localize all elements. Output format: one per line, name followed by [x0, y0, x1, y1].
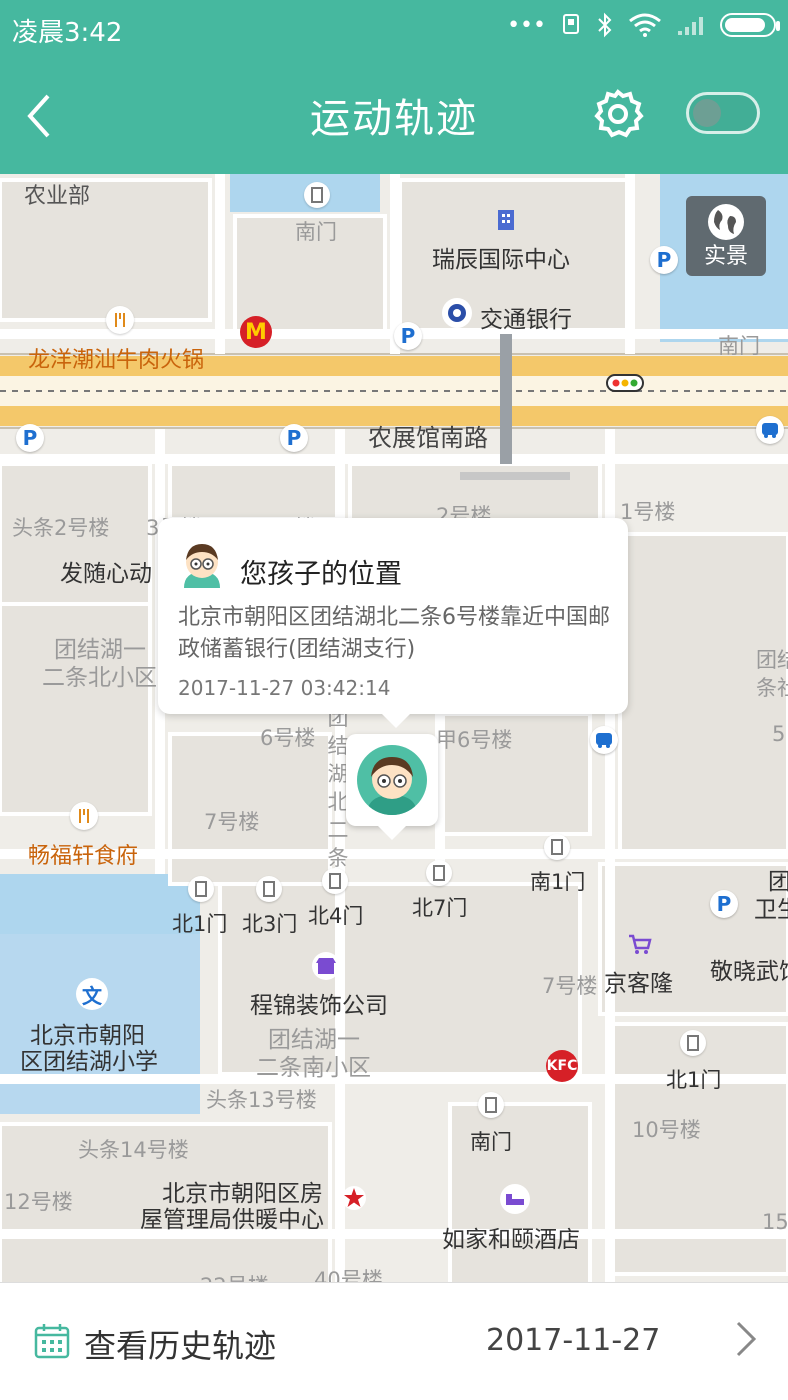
live-view-label: 实景	[703, 244, 748, 269]
door-icon[interactable]	[322, 868, 348, 894]
chevron-right-icon	[736, 1321, 757, 1357]
door-icon[interactable]	[544, 834, 570, 860]
government-star-icon[interactable]	[340, 1184, 368, 1212]
status-time: 凌晨3:42	[12, 18, 123, 48]
map-label: 瑞辰国际中心	[432, 247, 570, 273]
bus-stop-icon[interactable]	[756, 416, 784, 444]
popup-address: 北京市朝阳区团结湖北二条6号楼靠近中国邮政储蓄银行(团结湖支行)	[178, 605, 610, 662]
map-label: 农业部	[24, 184, 91, 209]
map-label: 10号楼	[632, 1118, 701, 1142]
map-label: 北7门	[412, 896, 468, 920]
door-icon[interactable]	[256, 876, 282, 902]
mcdonalds-icon[interactable]: M	[240, 316, 272, 348]
map-label: 北1门	[172, 912, 228, 936]
popup-title: 您孩子的位置	[240, 559, 402, 590]
parking-icon[interactable]: P	[710, 890, 738, 918]
map-label: 龙洋潮汕牛肉火锅	[28, 348, 205, 373]
signal-icon	[678, 17, 703, 35]
map-label: 1号楼	[620, 500, 676, 524]
building-icon[interactable]	[492, 206, 520, 234]
map-label: 北3门	[242, 912, 298, 936]
door-icon[interactable]	[680, 1030, 706, 1056]
map-label: 15	[762, 1210, 788, 1234]
door-icon[interactable]	[188, 876, 214, 902]
child-avatar-icon	[357, 745, 427, 815]
map-label: 程锦装饰公司	[250, 993, 388, 1019]
map-label: 如家和颐酒店	[442, 1227, 580, 1253]
map-label: 敬晓武馆	[710, 959, 788, 985]
parking-icon[interactable]: P	[394, 322, 422, 350]
map-label: 畅福轩食府	[28, 844, 139, 869]
door-icon[interactable]	[426, 860, 452, 886]
map-label: 发随心动	[60, 561, 152, 587]
map-label: 5	[772, 722, 786, 746]
sim-icon	[563, 14, 579, 34]
school-icon[interactable]: 文	[76, 978, 108, 1010]
bank-icon[interactable]	[442, 298, 472, 328]
parking-icon[interactable]: P	[650, 246, 678, 274]
history-date: 2017-11-27	[486, 1323, 661, 1358]
bluetooth-icon	[598, 12, 612, 38]
map-label: 南门	[718, 334, 760, 358]
door-icon[interactable]	[304, 182, 330, 208]
shop-icon[interactable]	[312, 952, 340, 980]
map-label: 条社	[756, 676, 788, 700]
battery-icon	[720, 13, 780, 37]
wifi-icon	[629, 13, 661, 37]
status-icons: •••	[507, 12, 780, 38]
toggle-knob	[693, 99, 721, 127]
map-label: 头条14号楼	[78, 1138, 189, 1162]
map-label: 40号楼	[314, 1268, 383, 1282]
map-label: 卫生	[754, 897, 788, 923]
map-label: 团结	[756, 648, 788, 672]
map-label: 南门	[470, 1130, 512, 1154]
map-label: 7号楼	[204, 810, 260, 834]
popup-timestamp: 2017-11-27 03:42:14	[178, 676, 391, 700]
map-label: 北4门	[308, 904, 364, 928]
status-bar: 凌晨3:42 •••	[0, 0, 788, 56]
settings-button[interactable]	[590, 86, 646, 142]
map-label: 区团结湖小学	[20, 1049, 158, 1075]
shopping-cart-icon[interactable]	[626, 930, 654, 958]
parking-icon[interactable]: P	[16, 424, 44, 452]
location-popup[interactable]: 您孩子的位置 北京市朝阳区团结湖北二条6号楼靠近中国邮政储蓄银行(团结湖支行) …	[158, 518, 628, 728]
map-label: 二条南小区	[256, 1055, 371, 1081]
map-label: 北1门	[666, 1068, 722, 1092]
history-label: 查看历史轨迹	[84, 1327, 277, 1365]
tracking-toggle[interactable]	[686, 92, 760, 134]
child-location-marker[interactable]	[346, 734, 438, 840]
restaurant-icon[interactable]	[70, 802, 98, 830]
map-label: 12号楼	[4, 1190, 73, 1214]
map-label: 头条2号楼	[12, 516, 110, 540]
hotel-icon[interactable]	[500, 1184, 530, 1214]
map-label: 南1门	[530, 870, 586, 894]
app-header: 运动轨迹	[0, 56, 788, 174]
live-view-button[interactable]: 实景	[686, 196, 766, 276]
map-label: 屋管理局供暖中心	[140, 1207, 324, 1233]
door-icon[interactable]	[478, 1092, 504, 1118]
page-title: 运动轨迹	[310, 96, 478, 142]
map-label: 22号楼	[200, 1270, 269, 1282]
history-bar[interactable]: 查看历史轨迹 2017-11-27	[0, 1282, 788, 1400]
traffic-light-icon	[606, 374, 644, 392]
map-label: 6号楼	[260, 726, 316, 750]
more-dots-icon: •••	[507, 12, 546, 38]
bus-stop-icon[interactable]	[590, 726, 618, 754]
map-label: 南门	[295, 220, 337, 244]
map-view[interactable]: 农业部 南门 瑞辰国际中心 P 交通银行 M P 龙洋潮汕牛肉火锅 南门 P P…	[0, 174, 788, 1282]
map-label: 7号楼	[542, 974, 598, 998]
kfc-icon[interactable]: KFC	[546, 1050, 578, 1082]
gear-icon	[594, 89, 644, 138]
globe-icon	[708, 204, 744, 240]
map-label: 甲6号楼	[436, 728, 513, 752]
map-label: 京客隆	[604, 971, 673, 997]
road-label: 农展馆南路	[368, 424, 488, 452]
calendar-icon	[34, 1324, 70, 1359]
map-label: 交通银行	[480, 307, 572, 333]
map-label: 二条北小区	[42, 665, 157, 691]
map-label: 头条13号楼	[206, 1088, 317, 1112]
child-avatar-icon	[184, 544, 220, 588]
parking-icon[interactable]: P	[280, 424, 308, 452]
restaurant-icon[interactable]	[106, 306, 134, 334]
